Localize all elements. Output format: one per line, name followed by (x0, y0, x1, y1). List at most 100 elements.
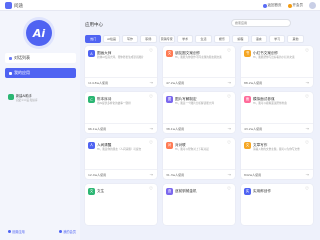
assistant-icon (8, 94, 14, 100)
tab-marketing[interactable]: 营销专家 (158, 35, 175, 43)
card-footer: 96.1w人使用 → (85, 123, 157, 133)
app-description: Hi，我可以帮你对上下联对起 (175, 148, 209, 151)
heart-icon[interactable]: ♡ (227, 187, 231, 193)
tab-programming[interactable]: 编程 (232, 35, 249, 43)
app-description: Hi，我可以模拟面试帮你准备 (253, 102, 287, 105)
tab-other[interactable]: 其他 (287, 35, 304, 43)
app-description: Hi，我能帮你写出好看的小红书文案 (253, 56, 295, 59)
app-description: 新体AI绘画大师，帮你轻松生成漂亮图片 (97, 56, 144, 59)
app-card[interactable]: 逐 逐前驯械金机 ♡ (163, 184, 235, 225)
new-assistant-item[interactable]: 新建AI助手 自定义人设·知识库 (8, 91, 76, 103)
app-card[interactable]: 对 对对联 ♡ Hi，我可以帮你对上下联对起 31.3w人使用 → (163, 138, 235, 179)
tab-academic[interactable]: 学术 (176, 35, 194, 43)
brand[interactable]: 问途 (5, 2, 23, 9)
arrow-right-icon[interactable]: → (306, 126, 309, 131)
sidebar-item-label: 我的应用 (14, 70, 30, 75)
app-card[interactable]: 文 朋友圈文案创作 ♡ Hi，我能为你创作不同主题的朋友圈文案 47.2w人使用… (163, 46, 235, 87)
new-assistant-subtitle: 自定义人设·知识库 (16, 98, 38, 102)
arrow-right-icon[interactable]: → (150, 80, 153, 85)
app-icon: 人 (88, 142, 95, 149)
arrow-right-icon[interactable]: → (306, 172, 309, 177)
usage-count: 88.2w人使用 (244, 81, 263, 85)
heart-icon[interactable]: ♡ (305, 187, 309, 193)
logo-icon (5, 2, 12, 9)
heart-icon[interactable]: ♡ (149, 49, 153, 55)
usage-count: 96.1w人使用 (88, 127, 107, 131)
arrow-right-icon[interactable]: → (228, 172, 231, 177)
settings-link[interactable]: 设置应用 (8, 229, 25, 234)
top-bar: 问途 返回首页 开会员 (0, 0, 320, 11)
usage-count: 31.3w人使用 (166, 173, 185, 177)
heart-icon[interactable]: ♡ (149, 141, 153, 147)
page-title: 应用中心 (85, 23, 103, 28)
heart-icon[interactable]: ♡ (227, 141, 231, 147)
heart-icon[interactable]: ♡ (149, 95, 153, 101)
heart-icon[interactable]: ♡ (305, 95, 309, 101)
heart-icon[interactable]: ♡ (149, 187, 153, 193)
app-card[interactable]: 文 文生 ♡ (85, 184, 157, 225)
search-input[interactable] (231, 19, 291, 27)
tab-entertainment[interactable]: 娱乐 (213, 35, 231, 43)
app-card[interactable]: 图 图片写解制定 ♡ Hi，我是一个图片分析解读能大师 38.1w人使用 → (163, 92, 235, 133)
tab-hot[interactable]: 热门 (85, 35, 102, 43)
tab-language[interactable]: 语言 (250, 35, 267, 43)
usage-count: 12.4w人使用 (88, 173, 107, 177)
ai-logo: Ai (26, 20, 52, 46)
app-card[interactable]: 文 文章写作 ♡ 请输入你的文章主题，我可以为你写文章 842w人使用 → (241, 138, 313, 179)
apps-icon (9, 71, 12, 75)
home-label: 返回首页 (267, 3, 282, 7)
app-icon: 面 (244, 96, 251, 103)
arrow-right-icon[interactable]: → (150, 172, 153, 177)
tab-workplace[interactable]: 职场 (140, 35, 157, 43)
tab-study[interactable]: 学习 (268, 35, 286, 43)
app-icon: C (88, 96, 95, 103)
membership-link[interactable]: 我的会员 (59, 229, 76, 234)
usage-count: 38.1w人使用 (166, 127, 185, 131)
chat-icon (9, 56, 12, 60)
crown-icon (287, 3, 292, 8)
sidebar-item-my-apps[interactable]: 我的应用 (5, 68, 76, 78)
sidebar: Ai 对话列表 我的应用 新建AI助手 自定义人设·知识库 设置应用 我的会员 (0, 11, 80, 240)
tab-life[interactable]: 生活 (195, 35, 212, 43)
card-footer: 12.4w人使用 → (85, 169, 157, 179)
usage-count: 114.8w人使用 (88, 81, 109, 85)
app-card[interactable]: 书 小红书文案创作 ♡ Hi，我能帮你写出好看的小红书文案 88.2w人使用 → (241, 46, 313, 87)
refresh-icon (59, 230, 63, 233)
app-card[interactable]: 人 人间清醒 ♡ Hi，我是你的朋友（人间清醒）可提交 12.4w人使用 → (85, 138, 157, 179)
heart-icon[interactable]: ♡ (305, 49, 309, 55)
app-icon: 文 (166, 50, 173, 57)
app-icon: A (88, 50, 95, 57)
home-button[interactable]: 返回首页 (262, 3, 282, 8)
arrow-right-icon[interactable]: → (150, 126, 153, 131)
heart-icon[interactable]: ♡ (227, 49, 231, 55)
app-card[interactable]: C 陈本序诗 ♡ 用AI提供多样化的故事一键排 96.1w人使用 → (85, 92, 157, 133)
heart-icon[interactable]: ♡ (227, 95, 231, 101)
avatar[interactable] (309, 2, 316, 9)
arrow-right-icon[interactable]: → (228, 80, 231, 85)
sidebar-item-chats[interactable]: 对话列表 (5, 53, 76, 63)
app-icon: 图 (166, 96, 173, 103)
tab-writing[interactable]: 写作 (121, 35, 139, 43)
app-description: Hi，我是你的朋友（人间清醒）可提交 (97, 148, 142, 151)
vip-button[interactable]: 开会员 (287, 3, 304, 8)
app-card[interactable]: 实 实用郎创作 ♡ (241, 184, 313, 225)
membership-label: 我的会员 (63, 230, 76, 234)
app-name: 问途 (14, 3, 23, 9)
usage-count: 842w人使用 (244, 173, 262, 177)
app-description: 用AI提供多样化的故事一键排 (97, 102, 131, 105)
heart-icon[interactable]: ♡ (305, 141, 309, 147)
app-description: Hi，我是一个图片分析解读能大师 (175, 102, 214, 105)
main-content: 应用中心 热门 AI绘画 写作 职场 营销专家 学术 生活 娱乐 编程 语言 学… (80, 11, 320, 240)
app-card[interactable]: 面 模拟面试参谋 ♡ Hi，我可以模拟面试帮你准备 43.2w人使用 → (241, 92, 313, 133)
sidebar-item-label: 对话列表 (14, 55, 30, 60)
arrow-right-icon[interactable]: → (306, 80, 309, 85)
arrow-right-icon[interactable]: → (228, 126, 231, 131)
card-footer: 114.8w人使用 → (85, 77, 157, 87)
card-footer: 88.2w人使用 → (241, 77, 313, 87)
tab-ai-drawing[interactable]: AI绘画 (103, 35, 120, 43)
app-card[interactable]: A 图画大师 ♡ 新体AI绘画大师，帮你轻松生成漂亮图片 114.8w人使用 → (85, 46, 157, 87)
card-footer: 47.2w人使用 → (163, 77, 235, 87)
app-description: Hi，我能为你创作不同主题的朋友圈文案 (175, 56, 222, 59)
app-description: 请输入你的文章主题，我可以为你写文章 (253, 148, 300, 151)
vip-label: 开会员 (292, 3, 304, 7)
